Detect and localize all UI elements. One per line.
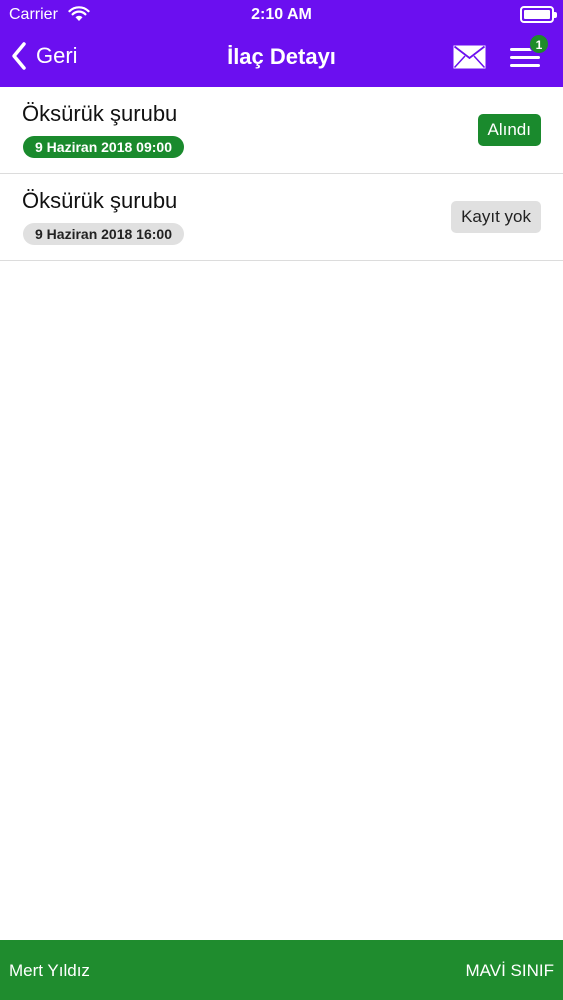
- footer-bar: Mert Yıldız MAVİ SINIF: [0, 940, 563, 1000]
- list-item: Öksürük şurubu 9 Haziran 2018 16:00 Kayı…: [0, 174, 563, 261]
- medication-name: Öksürük şurubu: [22, 101, 178, 126]
- nav-bar: Geri İlaç Detayı 1: [0, 30, 563, 87]
- medication-name: Öksürük şurubu: [22, 188, 178, 213]
- mail-icon[interactable]: [453, 45, 486, 69]
- status-button[interactable]: Alındı: [477, 114, 541, 146]
- medication-list: Öksürük şurubu 9 Haziran 2018 09:00 Alın…: [0, 87, 563, 261]
- user-name: Mert Yıldız: [9, 961, 90, 980]
- app-header: Carrier 2:10 AM Geri İlaç Detayı 1: [0, 0, 563, 87]
- battery-icon: [520, 6, 557, 23]
- class-name: MAVİ SINIF: [465, 961, 554, 980]
- date-badge: 9 Haziran 2018 16:00: [23, 223, 184, 245]
- list-item: Öksürük şurubu 9 Haziran 2018 09:00 Alın…: [0, 87, 563, 174]
- date-badge: 9 Haziran 2018 09:00: [23, 136, 184, 158]
- notification-badge: 1: [529, 34, 549, 54]
- status-bar: Carrier 2:10 AM: [0, 0, 563, 30]
- status-time: 2:10 AM: [251, 6, 312, 23]
- status-button[interactable]: Kayıt yok: [451, 201, 541, 233]
